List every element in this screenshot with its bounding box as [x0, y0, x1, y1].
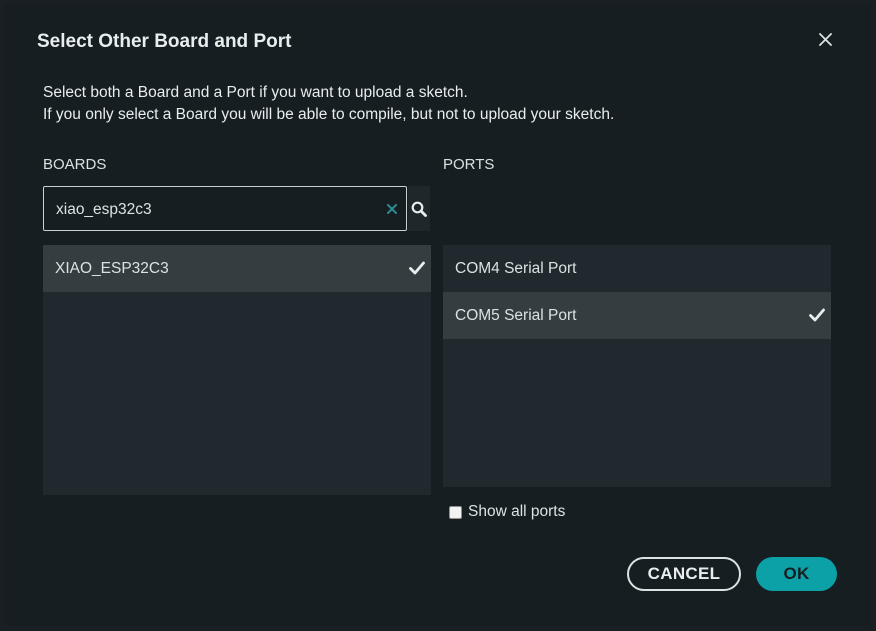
- select-board-dialog: Select Other Board and Port Select both …: [4, 4, 870, 626]
- board-item-xiao-esp32c3[interactable]: XIAO_ESP32C3: [43, 245, 431, 292]
- search-icon: [411, 201, 427, 217]
- port-item-label: COM5 Serial Port: [455, 306, 577, 324]
- board-search-field: [43, 186, 407, 232]
- show-all-ports-checkbox[interactable]: [449, 505, 462, 519]
- board-item-label: XIAO_ESP32C3: [55, 259, 169, 277]
- close-icon: [818, 32, 832, 46]
- search-button[interactable]: [408, 186, 430, 231]
- port-item-com5[interactable]: COM5 Serial Port: [443, 292, 831, 339]
- instruction-line-1: Select both a Board and a Port if you wa…: [43, 84, 468, 101]
- show-all-ports-option: Show all ports: [449, 503, 565, 521]
- cancel-button[interactable]: CANCEL: [627, 557, 741, 591]
- close-button[interactable]: [812, 26, 838, 52]
- show-all-ports-label[interactable]: Show all ports: [468, 503, 565, 521]
- dialog-instructions: Select both a Board and a Port if you wa…: [43, 82, 614, 126]
- board-search-input[interactable]: [54, 187, 378, 232]
- instruction-line-2: If you only select a Board you will be a…: [43, 106, 615, 123]
- boards-list: XIAO_ESP32C3: [43, 245, 431, 495]
- ports-label: PORTS: [443, 156, 495, 173]
- boards-label: BOARDS: [43, 156, 107, 173]
- clear-search-button[interactable]: [384, 201, 400, 217]
- checkmark-icon: [809, 308, 825, 322]
- checkmark-icon: [409, 261, 425, 275]
- ports-list: COM4 Serial Port COM5 Serial Port: [443, 245, 831, 487]
- dialog-title: Select Other Board and Port: [37, 31, 292, 52]
- clear-x-icon: [387, 204, 397, 214]
- port-item-label: COM4 Serial Port: [455, 259, 577, 277]
- ok-button[interactable]: OK: [756, 557, 837, 591]
- port-item-com4[interactable]: COM4 Serial Port: [443, 245, 831, 292]
